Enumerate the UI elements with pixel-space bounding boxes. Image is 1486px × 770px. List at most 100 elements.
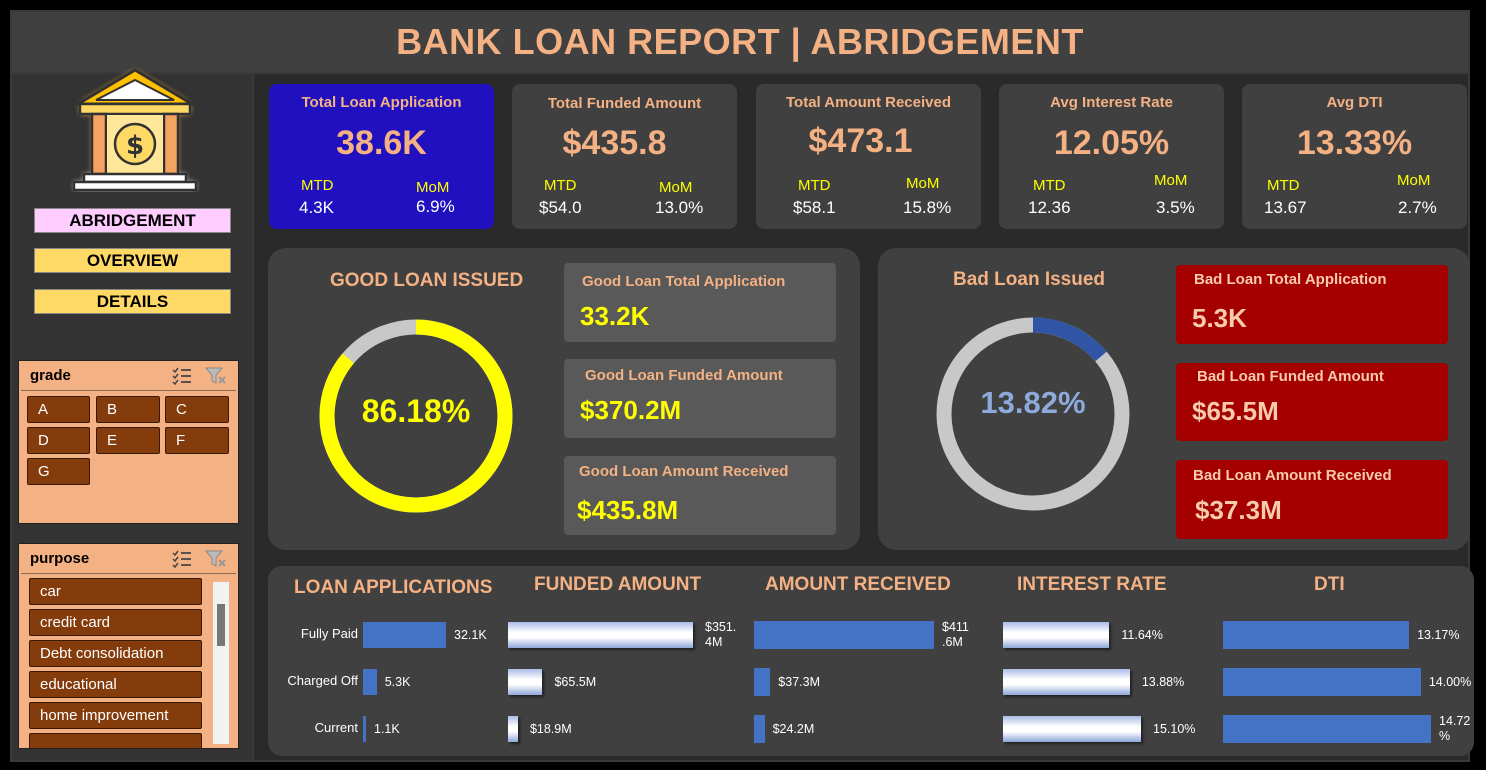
bar[interactable] — [363, 622, 446, 648]
kpi-card-amount-received[interactable]: Total Amount Received $473.1 MTD MoM $58… — [756, 84, 981, 229]
card-value: $37.3M — [1195, 495, 1282, 525]
bar[interactable] — [1003, 622, 1110, 648]
category-label: Charged Off — [287, 673, 358, 688]
good-loan-received-card: Good Loan Amount Received $435.8M — [564, 456, 836, 535]
kpi-title: Avg Interest Rate — [1050, 94, 1173, 111]
kpi-mtd-label: MTD — [1033, 177, 1066, 194]
bar-data-label: 1.1K — [374, 722, 400, 736]
bad-loan-panel: Bad Loan Issued 13.82% Bad Loan Total Ap… — [878, 248, 1470, 550]
bar-chart-title: LOAN APPLICATIONS — [294, 577, 493, 598]
bar[interactable] — [1223, 621, 1410, 649]
bar[interactable] — [754, 621, 934, 649]
card-value: $65.5M — [1192, 396, 1279, 426]
kpi-mtd-value: 12.36 — [1028, 198, 1071, 217]
kpi-title: Avg DTI — [1326, 94, 1383, 111]
kpi-mtd-label: MTD — [798, 177, 831, 194]
kpi-mtd-value: 4.3K — [299, 198, 334, 217]
kpi-mom-label: MoM — [416, 179, 450, 196]
bar[interactable] — [508, 669, 543, 695]
kpi-mom-value: 3.5% — [1156, 198, 1195, 217]
bar-charts-panel: LOAN APPLICATIONS 32.1K 5.3K 1.1K Fully Paid… — [268, 566, 1474, 756]
kpi-mtd-label: MTD — [301, 177, 334, 194]
bar-data-label: 14.72% — [1439, 714, 1471, 743]
bad-loan-funded-card: Bad Loan Funded Amount $65.5M — [1176, 363, 1448, 441]
kpi-mtd-label: MTD — [1267, 177, 1300, 194]
scrollbar-thumb[interactable] — [217, 604, 225, 646]
nav-abridgement-button[interactable]: ABRIDGEMENT — [34, 208, 231, 233]
bad-loan-percent: 13.82% — [980, 385, 1086, 420]
kpi-card-total-applications[interactable]: Total Loan Application 38.6K MTD MoM 4.3… — [269, 84, 494, 229]
grade-slicer-header: grade — [21, 361, 236, 391]
kpi-mtd-value: 13.67 — [1264, 198, 1307, 217]
bar[interactable] — [363, 716, 366, 742]
bar-data-label: 13.17% — [1417, 628, 1460, 642]
kpi-mom-value: 2.7% — [1398, 198, 1437, 217]
kpi-mtd-value: $58.1 — [793, 198, 836, 217]
bar[interactable] — [1003, 716, 1141, 742]
bar-data-label: 13.88% — [1141, 675, 1185, 689]
bar[interactable] — [363, 669, 377, 695]
grade-item[interactable]: G — [27, 458, 90, 485]
kpi-mom-value: 13.0% — [655, 198, 704, 217]
nav-overview-button[interactable]: OVERVIEW — [34, 248, 231, 273]
bar-data-label: 15.10% — [1153, 722, 1196, 736]
card-value: 5.3K — [1192, 303, 1247, 333]
card-label: Bad Loan Amount Received — [1193, 467, 1392, 484]
purpose-item-partial[interactable] — [29, 733, 202, 748]
kpi-card-avg-interest-rate[interactable]: Avg Interest Rate 12.05% MTD MoM 12.36 3… — [999, 84, 1224, 229]
category-label: Fully Paid — [300, 626, 358, 641]
kpi-mom-label: MoM — [906, 175, 940, 192]
grade-item[interactable]: C — [165, 396, 229, 423]
kpi-value: 13.33% — [1296, 124, 1413, 162]
bar[interactable] — [754, 668, 771, 696]
grade-item[interactable]: D — [27, 427, 90, 454]
kpi-value: 12.05% — [1053, 124, 1170, 162]
grade-slicer: grade A B C D E F G — [18, 360, 239, 524]
purpose-item[interactable]: car — [29, 578, 202, 605]
multi-select-icon[interactable] — [171, 550, 193, 568]
grade-item[interactable]: F — [165, 427, 229, 454]
purpose-item[interactable]: Debt consolidation — [29, 640, 202, 667]
grade-item[interactable]: A — [27, 396, 90, 423]
bar-chart-title: FUNDED AMOUNT — [534, 574, 702, 595]
bar[interactable] — [1223, 715, 1431, 743]
multi-select-icon[interactable] — [171, 367, 193, 385]
bar[interactable] — [508, 622, 693, 648]
good-loan-panel: GOOD LOAN ISSUED 86.18% Good Loan Total … — [268, 248, 860, 550]
nav-details-button[interactable]: DETAILS — [34, 289, 231, 314]
bar[interactable] — [1003, 669, 1130, 695]
purpose-item[interactable]: educational — [29, 671, 202, 698]
kpi-mtd-label: MTD — [544, 177, 577, 194]
kpi-mom-value: 15.8% — [903, 198, 952, 217]
bar-chart-title: DTI — [1314, 574, 1345, 595]
kpi-card-funded-amount[interactable]: Total Funded Amount $435.8 MTD MoM $54.0… — [512, 84, 737, 229]
bar[interactable] — [754, 715, 765, 743]
kpi-value: $435.8 — [562, 124, 667, 162]
clear-filter-icon[interactable] — [205, 367, 227, 385]
card-label: Good Loan Amount Received — [579, 463, 789, 480]
clear-filter-icon[interactable] — [205, 550, 227, 568]
bar-data-label: $37.3M — [778, 675, 820, 689]
grade-item[interactable]: B — [96, 396, 160, 423]
kpi-card-avg-dti[interactable]: Avg DTI 13.33% MTD MoM 13.67 2.7% — [1242, 84, 1467, 229]
kpi-value: 38.6K — [336, 124, 427, 162]
bar-data-label: $18.9M — [529, 722, 572, 736]
bar[interactable] — [508, 716, 518, 742]
bank-icon: $ — [72, 68, 198, 192]
kpi-mom-value: 6.9% — [416, 197, 455, 216]
page-title: BANK LOAN REPORT | ABRIDGEMENT — [396, 21, 1084, 62]
purpose-item[interactable]: home improvement — [29, 702, 202, 729]
bar-data-label: 32.1K — [454, 628, 487, 642]
purpose-slicer-header: purpose — [21, 544, 236, 574]
purpose-slicer: purpose car credit card Debt consolidati… — [18, 543, 239, 749]
purpose-item[interactable]: credit card — [29, 609, 202, 636]
bad-loan-applications-card: Bad Loan Total Application 5.3K — [1176, 265, 1448, 344]
grade-slicer-title: grade — [30, 367, 71, 384]
good-loan-title: GOOD LOAN ISSUED — [330, 270, 524, 291]
grade-item[interactable]: E — [96, 427, 160, 454]
good-loan-applications-card: Good Loan Total Application 33.2K — [564, 263, 836, 342]
purpose-scrollbar[interactable] — [213, 582, 229, 744]
bar[interactable] — [1223, 668, 1421, 696]
bar-data-label: $411.6M — [942, 620, 969, 649]
bad-loan-received-card: Bad Loan Amount Received $37.3M — [1176, 460, 1448, 539]
